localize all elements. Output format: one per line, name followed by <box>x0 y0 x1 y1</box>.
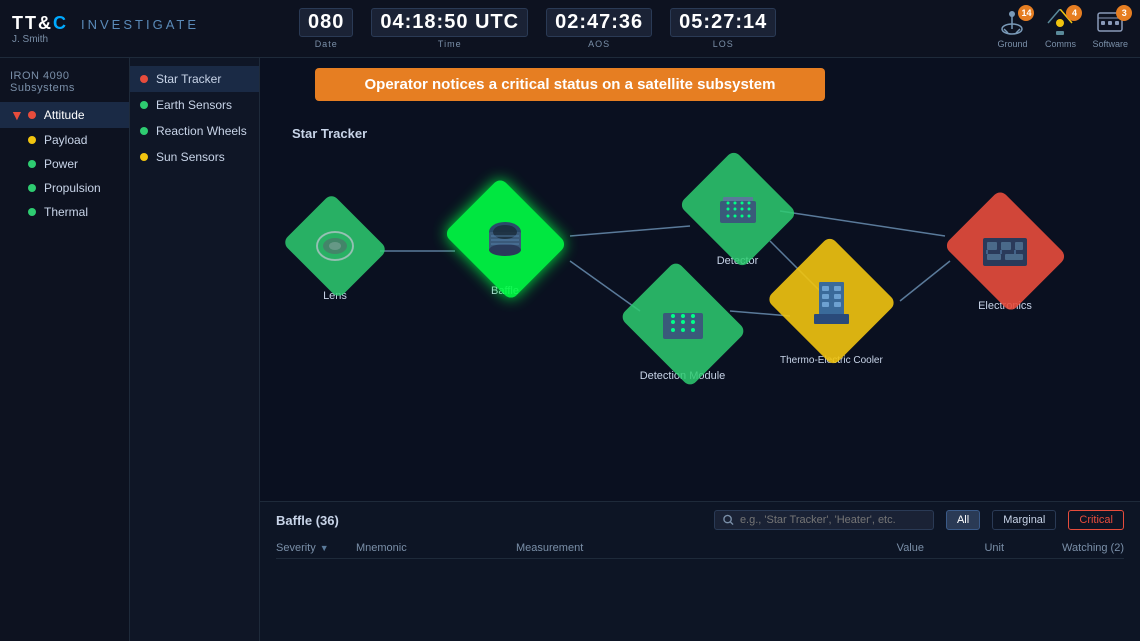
sidebar-label-power: Power <box>44 157 78 171</box>
unit-label: Unit <box>984 542 1004 554</box>
measurement-label: Measurement <box>516 542 583 554</box>
status-ground[interactable]: 14 Ground <box>996 9 1028 49</box>
app-header: TT&C INVESTIGATE J. Smith 080 Date 04:18… <box>0 0 1140 58</box>
comms-label: Comms <box>1045 39 1076 49</box>
aos-value: 02:47:36 <box>546 8 652 37</box>
baffle-title: Baffle (36) <box>276 513 339 528</box>
col-value: Value <box>844 542 924 554</box>
logo-area: TT&C INVESTIGATE J. Smith <box>12 13 199 45</box>
sub-label-reactionwheels: Reaction Wheels <box>156 124 247 138</box>
comms-badge: 4 <box>1066 5 1082 21</box>
user-name: J. Smith <box>12 34 199 45</box>
app-title: TT&C INVESTIGATE <box>12 13 199 34</box>
software-label: Software <box>1092 39 1128 49</box>
filter-critical-button[interactable]: Critical <box>1068 510 1124 530</box>
node-lens[interactable]: Lens <box>290 206 380 302</box>
col-severity[interactable]: Severity ▼ <box>276 542 356 554</box>
sub-item-startracker[interactable]: Star Tracker <box>130 66 259 92</box>
sidebar-item-attitude[interactable]: ▼ Attitude <box>0 102 129 128</box>
node-thermo-cooler[interactable]: Thermo-Electric Cooler <box>780 251 883 366</box>
time-item: 04:18:50 UTC Time <box>371 8 528 49</box>
content-area: Star Tracker <box>260 58 1140 641</box>
node-electronics[interactable]: Electronics <box>955 206 1055 312</box>
header-right: 14 Ground 4 Comms <box>996 9 1128 49</box>
diagram-title: Star Tracker <box>276 118 383 145</box>
watching-label: Watching (2) <box>1062 542 1124 554</box>
severity-label: Severity <box>276 542 316 554</box>
filter-marginal-button[interactable]: Marginal <box>992 510 1056 530</box>
los-label: LOS <box>713 39 734 49</box>
sidebar-item-propulsion[interactable]: Propulsion <box>0 176 129 200</box>
ground-badge: 14 <box>1018 5 1034 21</box>
status-comms[interactable]: 4 Comms <box>1044 9 1076 49</box>
aos-label: AOS <box>588 39 610 49</box>
status-software[interactable]: 3 Software <box>1092 9 1128 49</box>
col-watching: Watching (2) <box>1004 542 1124 554</box>
node-baffle[interactable]: Baffle <box>455 196 555 297</box>
diagram-area: Lens <box>260 106 1140 501</box>
date-label: Date <box>315 39 338 49</box>
main-layout: IRON 4090 Subsystems ▼ Attitude Payload … <box>0 58 1140 641</box>
search-box[interactable] <box>714 510 934 530</box>
sub-label-startracker: Star Tracker <box>156 72 221 86</box>
alert-banner: Operator notices a critical status on a … <box>315 68 825 101</box>
sidebar-label-thermal: Thermal <box>44 205 88 219</box>
software-badge: 3 <box>1116 5 1132 21</box>
los-value: 05:27:14 <box>670 8 776 37</box>
col-unit: Unit <box>924 542 1004 554</box>
sub-label-earthsensors: Earth Sensors <box>156 98 232 112</box>
col-measurement: Measurement <box>516 542 844 554</box>
los-item: 05:27:14 LOS <box>670 8 776 49</box>
bottom-header: Baffle (36) All Marginal Critical <box>276 510 1124 530</box>
subsystem-panel: Star Tracker Earth Sensors Reaction Whee… <box>130 58 260 641</box>
sidebar: IRON 4090 Subsystems ▼ Attitude Payload … <box>0 58 130 641</box>
sidebar-label-payload: Payload <box>44 133 87 147</box>
aos-item: 02:47:36 AOS <box>546 8 652 49</box>
sidebar-label-propulsion: Propulsion <box>44 181 101 195</box>
time-label: Time <box>438 39 462 49</box>
mnemonic-label: Mnemonic <box>356 542 407 554</box>
search-icon <box>723 514 734 526</box>
value-label: Value <box>897 542 924 554</box>
ground-icon-wrap: 14 <box>996 9 1028 37</box>
software-icon-wrap: 3 <box>1094 9 1126 37</box>
sidebar-title: IRON 4090 Subsystems <box>0 66 129 102</box>
date-item: 080 Date <box>299 8 353 49</box>
table-header: Severity ▼ Mnemonic Measurement Value Un… <box>276 538 1124 559</box>
sidebar-item-payload[interactable]: Payload <box>0 128 129 152</box>
search-input[interactable] <box>740 514 925 526</box>
sidebar-item-power[interactable]: Power <box>0 152 129 176</box>
sort-arrow-icon: ▼ <box>320 543 329 553</box>
bottom-panel: Baffle (36) All Marginal Critical Severi… <box>260 501 1140 641</box>
sub-item-earthsensors[interactable]: Earth Sensors <box>130 92 259 118</box>
comms-icon-wrap: 4 <box>1044 9 1076 37</box>
node-detector[interactable]: Detector <box>690 166 785 267</box>
sub-item-sunsensors[interactable]: Sun Sensors <box>130 144 259 170</box>
sidebar-label-attitude: Attitude <box>44 108 85 122</box>
time-value: 04:18:50 UTC <box>371 8 528 37</box>
sub-label-sunsensors: Sun Sensors <box>156 150 225 164</box>
filter-all-button[interactable]: All <box>946 510 980 530</box>
col-mnemonic: Mnemonic <box>356 542 516 554</box>
app-mode: INVESTIGATE <box>81 17 199 32</box>
date-value: 080 <box>299 8 353 37</box>
time-block: 080 Date 04:18:50 UTC Time 02:47:36 AOS … <box>299 8 776 49</box>
node-detection-module[interactable]: Detection Module <box>630 281 735 382</box>
ground-label: Ground <box>997 39 1027 49</box>
sidebar-item-thermal[interactable]: Thermal <box>0 200 129 224</box>
sub-item-reactionwheels[interactable]: Reaction Wheels <box>130 118 259 144</box>
